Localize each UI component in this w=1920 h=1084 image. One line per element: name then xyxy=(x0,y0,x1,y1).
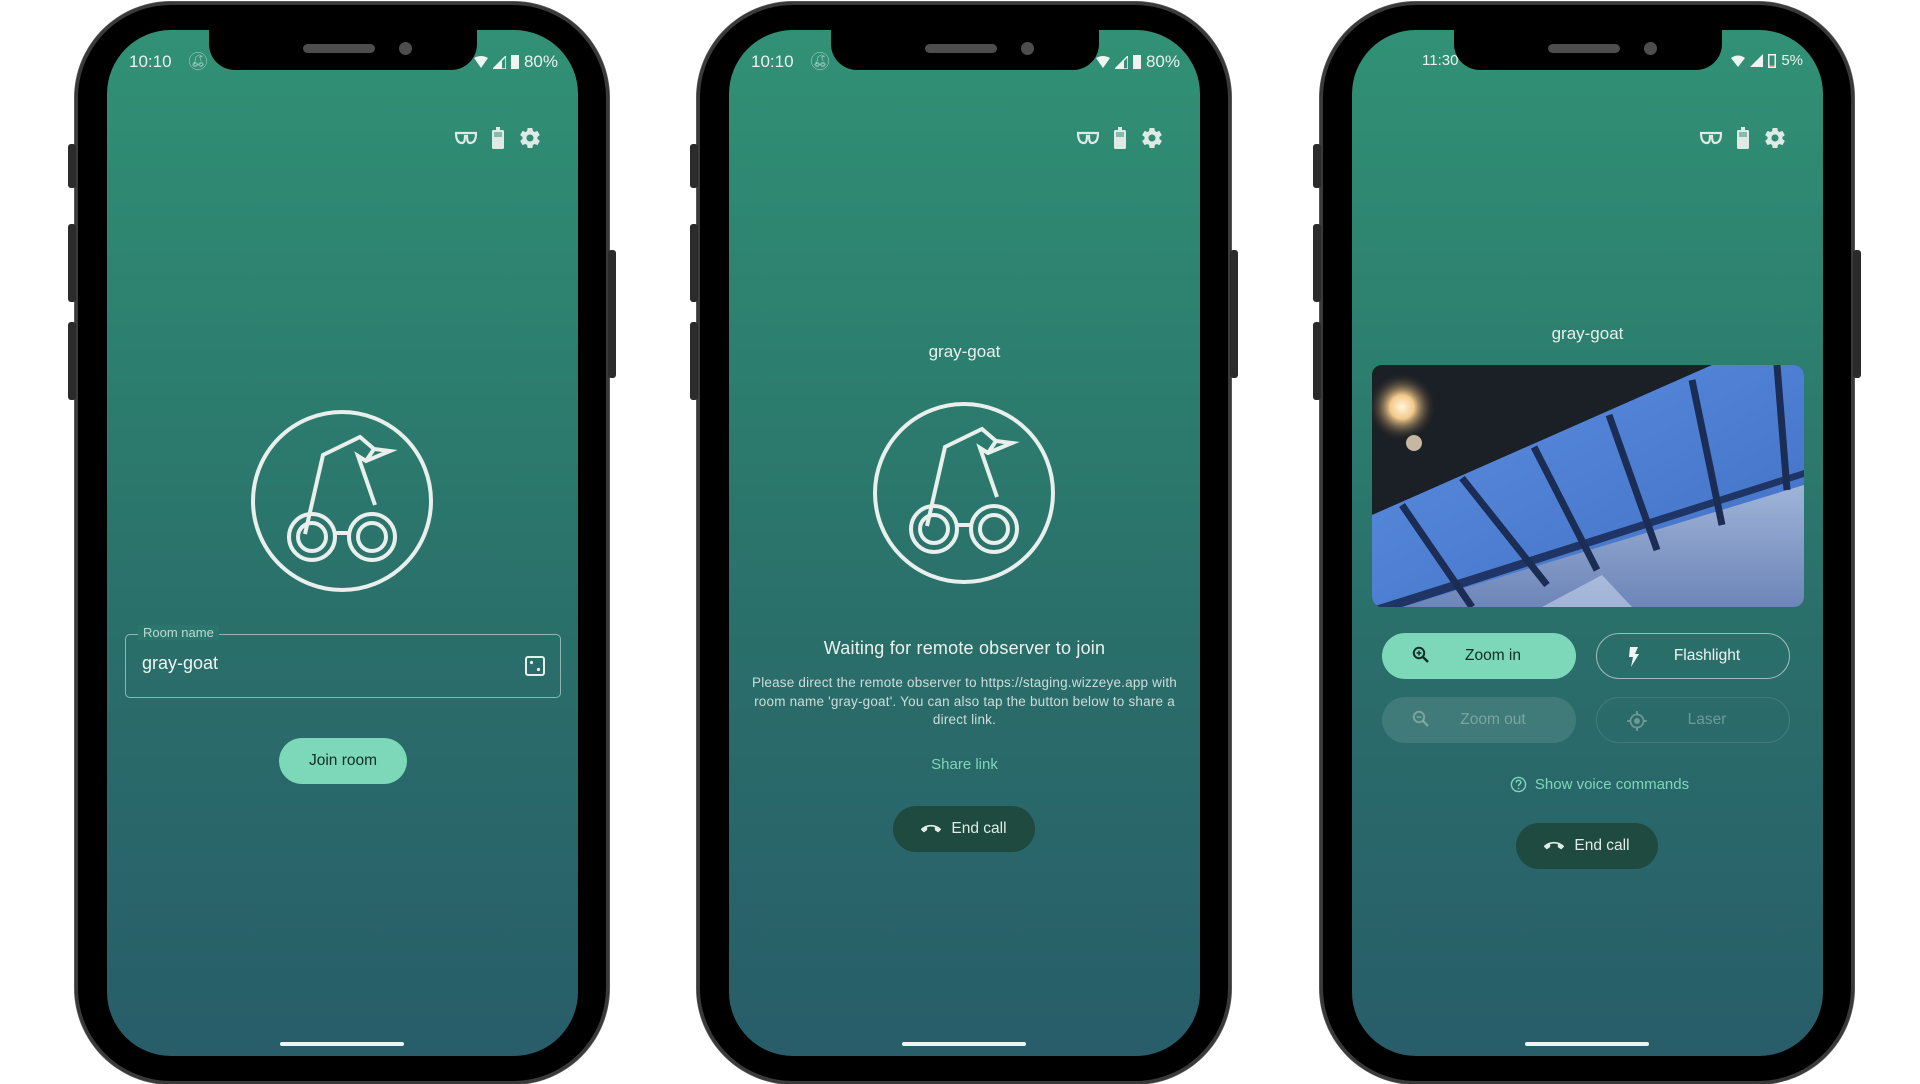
room-name-title: gray-goat xyxy=(1551,324,1624,343)
battery-status-icon xyxy=(510,55,519,69)
glasses-icon[interactable] xyxy=(1076,131,1100,145)
settings-icon[interactable] xyxy=(1140,126,1164,150)
battery-percent: 5% xyxy=(1781,52,1803,69)
dice-icon[interactable] xyxy=(524,655,546,682)
room-name-title: gray-goat xyxy=(928,342,1001,361)
room-name-label: Room name xyxy=(138,625,219,640)
battery-status-icon xyxy=(1768,53,1777,68)
laser-target-icon xyxy=(1627,711,1647,731)
end-call-button[interactable]: End call xyxy=(893,806,1035,852)
zoom-out-button[interactable]: Zoom out xyxy=(1382,697,1576,743)
top-icons xyxy=(454,126,542,150)
top-icons xyxy=(1076,126,1164,150)
end-call-label: End call xyxy=(1574,837,1630,854)
laser-label: Laser xyxy=(1687,711,1727,728)
status-time: 10:10 xyxy=(129,52,172,71)
phone-frame-join: 10:10 80% Room name Join room xyxy=(68,2,616,1084)
home-indicator[interactable] xyxy=(1525,1042,1649,1046)
wizzeye-logo-icon xyxy=(811,52,829,70)
phone-frame-call: 11:30 5% gray-goat Zoom in Flashlight Zo… xyxy=(1313,2,1861,1084)
share-link-button[interactable]: Share link xyxy=(729,756,1200,773)
waiting-description: Please direct the remote observer to htt… xyxy=(751,675,1177,727)
status-time: 11:30 xyxy=(1422,52,1459,69)
home-indicator[interactable] xyxy=(902,1042,1026,1046)
join-screen: 10:10 80% Room name Join room xyxy=(107,30,578,1056)
settings-icon[interactable] xyxy=(518,126,542,150)
flash-icon xyxy=(1627,647,1641,667)
zoom-out-icon xyxy=(1412,710,1430,728)
wifi-icon xyxy=(1731,55,1746,67)
voice-commands-label: Show voice commands xyxy=(1534,776,1690,793)
call-end-icon xyxy=(1544,836,1564,856)
status-time: 10:10 xyxy=(751,52,794,71)
notch xyxy=(831,30,1099,70)
signal-icon xyxy=(1114,55,1128,69)
wizzeye-logo xyxy=(872,401,1056,585)
wizzeye-logo-icon xyxy=(189,52,207,70)
flashlight-label: Flashlight xyxy=(1673,647,1741,664)
remote-video-feed[interactable] xyxy=(1372,365,1804,607)
show-voice-commands-link[interactable]: Show voice commands xyxy=(1352,776,1823,793)
signal-icon xyxy=(1750,54,1764,67)
zoom-in-button[interactable]: Zoom in xyxy=(1382,633,1576,679)
wizzeye-logo xyxy=(250,409,434,593)
end-call-label: End call xyxy=(951,820,1007,837)
phone-frame-waiting: 10:10 80% gray-goat Waiting for remote o… xyxy=(690,2,1238,1084)
notch xyxy=(209,30,477,70)
wifi-icon xyxy=(1095,56,1110,68)
battery-icon[interactable] xyxy=(1114,127,1126,149)
camera-feed-image xyxy=(1372,365,1804,607)
waiting-title: Waiting for remote observer to join xyxy=(823,638,1106,658)
home-indicator[interactable] xyxy=(280,1042,404,1046)
battery-status-icon xyxy=(1132,55,1141,69)
notch xyxy=(1454,30,1722,70)
glasses-icon[interactable] xyxy=(454,131,478,145)
battery-percent: 80% xyxy=(1145,52,1180,71)
room-name-input[interactable] xyxy=(142,653,482,674)
signal-icon xyxy=(492,55,506,69)
glasses-icon[interactable] xyxy=(1699,131,1723,145)
join-room-button[interactable]: Join room xyxy=(279,738,407,784)
battery-icon[interactable] xyxy=(1737,127,1749,149)
wifi-icon xyxy=(473,56,488,68)
end-call-button[interactable]: End call xyxy=(1516,823,1658,869)
battery-icon[interactable] xyxy=(492,127,504,149)
top-icons xyxy=(1699,126,1787,150)
laser-button[interactable]: Laser xyxy=(1596,697,1790,743)
settings-icon[interactable] xyxy=(1763,126,1787,150)
call-end-icon xyxy=(921,819,941,839)
waiting-screen: 10:10 80% gray-goat Waiting for remote o… xyxy=(729,30,1200,1056)
flashlight-button[interactable]: Flashlight xyxy=(1596,633,1790,679)
room-name-field[interactable]: Room name xyxy=(125,625,561,698)
call-screen: 11:30 5% gray-goat Zoom in Flashlight Zo… xyxy=(1352,30,1823,1056)
zoom-in-icon xyxy=(1412,646,1430,664)
help-circle-icon xyxy=(1510,776,1527,793)
battery-percent: 80% xyxy=(523,52,558,71)
